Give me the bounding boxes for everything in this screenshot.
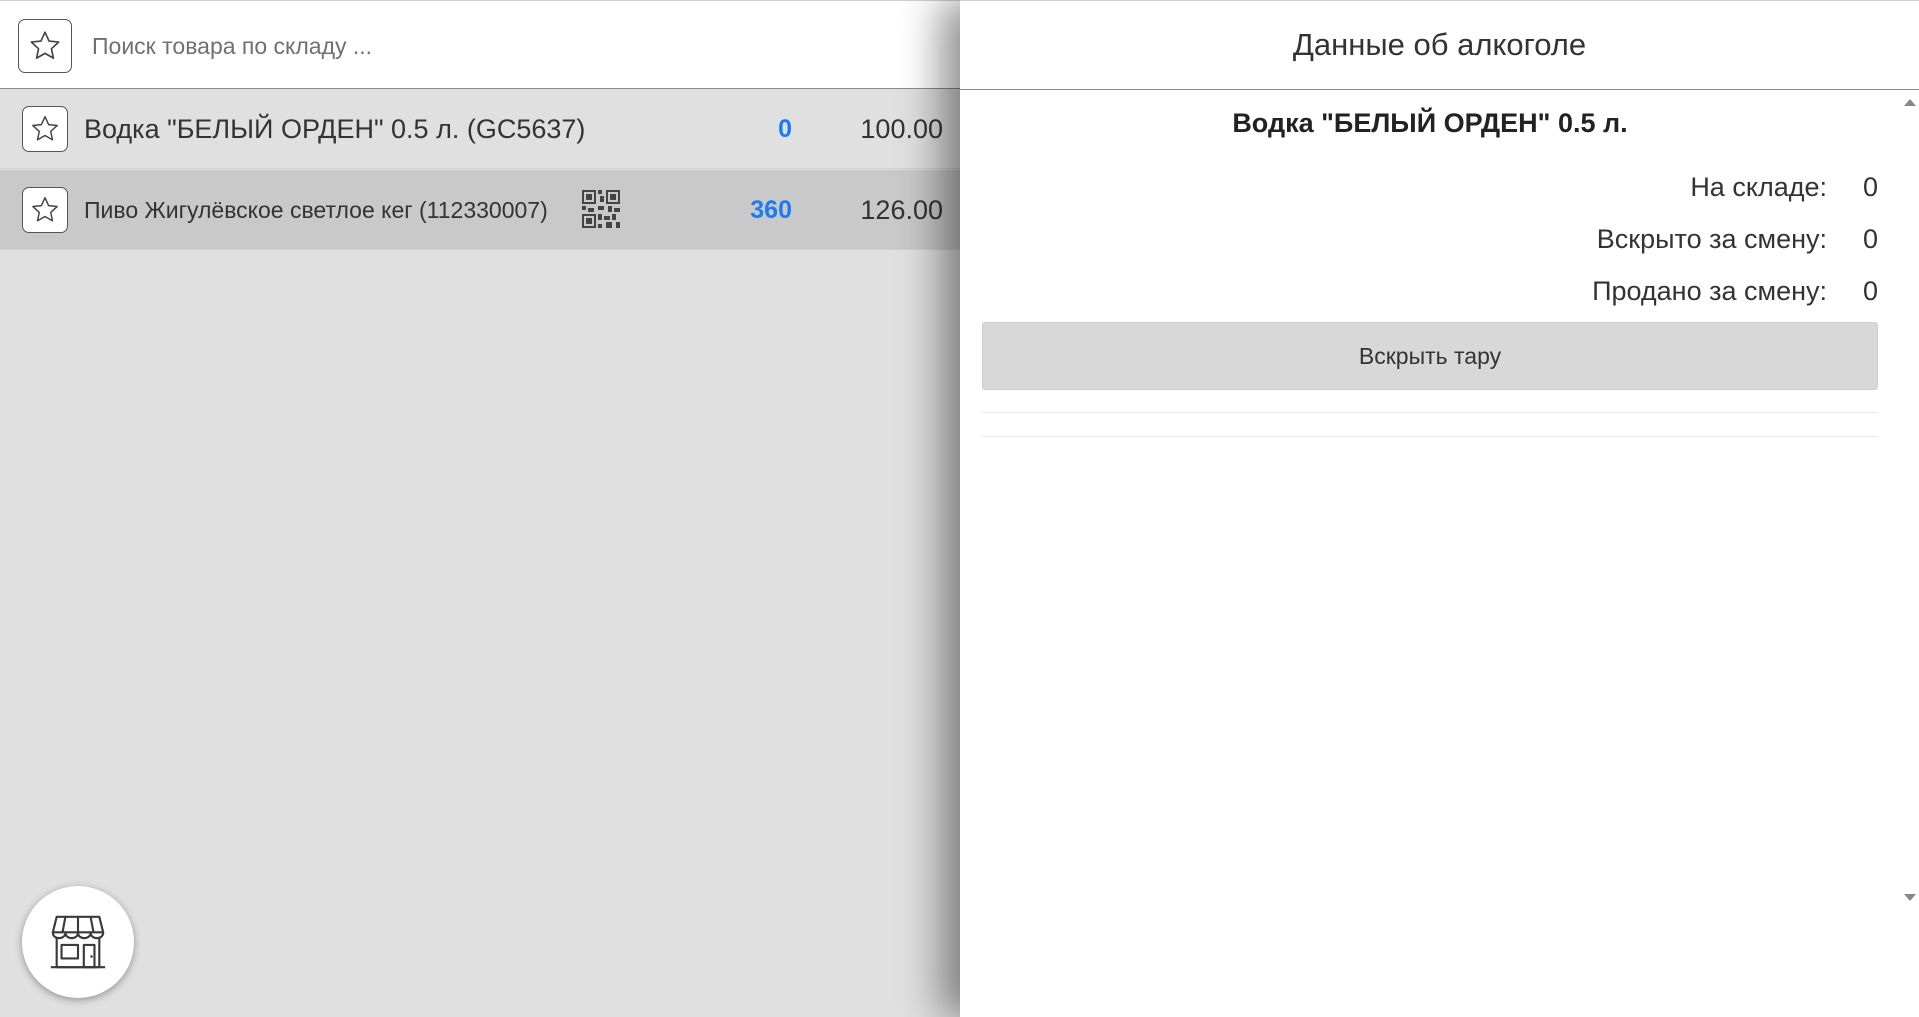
stat-sold-per-shift: Продано за смену: 0	[982, 276, 1878, 316]
favorite-toggle-button[interactable]	[22, 187, 68, 233]
star-icon	[30, 31, 60, 59]
product-title: Водка "БЕЛЫЙ ОРДЕН" 0.5 л.	[1232, 108, 1628, 138]
stat-label: Вскрыто за смену:	[1596, 224, 1827, 254]
favorites-filter-button[interactable]	[18, 19, 72, 73]
product-price: 126.00	[860, 194, 943, 225]
product-row-selected[interactable]: Пиво Жигулёвское светлое кег (112330007)…	[0, 170, 960, 250]
stat-label: На складе:	[1690, 172, 1827, 202]
stat-value: 0	[1862, 276, 1878, 306]
stat-value: 0	[1862, 224, 1878, 254]
scroll-up-arrow-icon[interactable]	[1904, 99, 1916, 106]
product-quantity: 360	[750, 195, 792, 224]
product-name: Водка "БЕЛЫЙ ОРДЕН" 0.5 л. (GC5637)	[84, 113, 586, 144]
star-icon	[32, 197, 58, 222]
star-icon	[32, 116, 58, 141]
scroll-down-arrow-icon[interactable]	[1904, 894, 1916, 901]
product-name: Пиво Жигулёвское светлое кег (112330007)	[84, 196, 548, 223]
search-input[interactable]	[90, 23, 854, 69]
store-icon	[50, 915, 106, 969]
product-list-panel: Водка "БЕЛЫЙ ОРДЕН" 0.5 л. (GC5637) 0 10…	[0, 0, 960, 1017]
product-quantity: 0	[778, 114, 792, 143]
divider	[982, 412, 1878, 413]
stat-value: 0	[1862, 172, 1878, 202]
product-row[interactable]: Водка "БЕЛЫЙ ОРДЕН" 0.5 л. (GC5637) 0 10…	[0, 89, 960, 169]
qr-code-icon[interactable]	[582, 190, 620, 228]
stat-in-stock: На складе: 0	[982, 172, 1878, 212]
favorite-toggle-button[interactable]	[22, 106, 68, 152]
open-container-button[interactable]: Вскрыть тару	[982, 322, 1878, 390]
stat-opened-per-shift: Вскрыто за смену: 0	[982, 224, 1878, 264]
divider	[982, 436, 1878, 437]
panel-title: Данные об алкоголе	[960, 0, 1919, 90]
stat-label: Продано за смену:	[1592, 276, 1827, 306]
product-price: 100.00	[860, 113, 943, 144]
search-bar	[0, 0, 960, 89]
store-button[interactable]	[22, 886, 134, 998]
alcohol-details-panel: Данные об алкоголе Водка "БЕЛЫЙ ОРДЕН" 0…	[960, 0, 1919, 1017]
